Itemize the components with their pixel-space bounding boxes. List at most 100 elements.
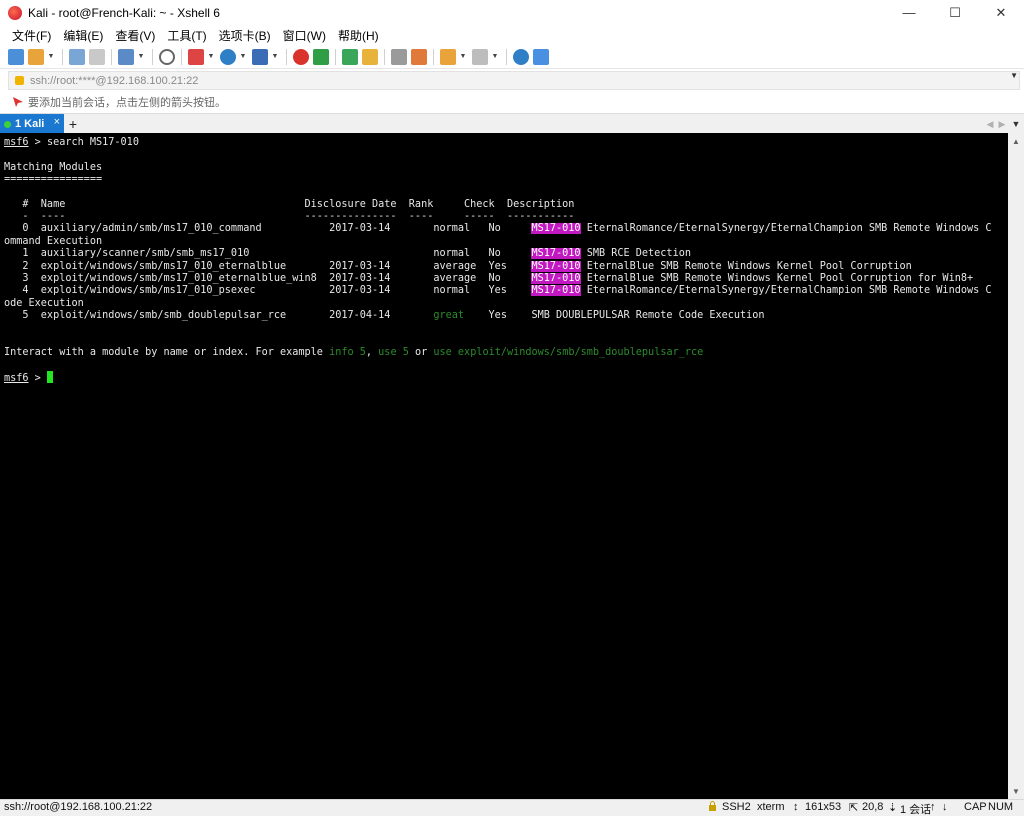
menu-window[interactable]: 窗口(W) [277,27,332,44]
add-tab-button[interactable]: + [66,114,80,134]
table-row: 5 exploit/windows/smb/smb_doublepulsar_r… [4,309,765,322]
layout-icon[interactable] [472,48,488,65]
row-text: 2 exploit/windows/smb/ms17_010_eternalbl… [4,261,532,272]
chevron-down-icon[interactable]: ▼ [208,49,215,65]
hint-text: or [408,347,434,358]
upload-icon: ↑ [930,801,936,813]
tab-prev-icon[interactable]: ◀ [984,119,996,130]
row-text: EternalRomance/EternalSynergy/EternalCha… [580,285,992,296]
fullscreen-icon[interactable] [342,48,358,65]
highlight-match: MS17-010 [531,261,581,272]
connection-status: ssh://root@192.168.100.21:22 [4,801,153,813]
protocol-status: SSH2 [722,801,751,813]
toolbar-separator [506,48,507,65]
prompt-suffix: > [28,373,47,384]
transfer-icon[interactable] [118,48,134,65]
terminal[interactable]: msf6 > search MS17-010 Matching Modules … [0,133,1008,799]
disconnect-icon[interactable] [89,48,105,65]
help-icon[interactable] [513,48,529,65]
session-count-status: 1 会话 [900,804,932,816]
num-lock-status: NUM [988,801,1014,813]
terminal-line: ================ [4,174,103,185]
chevron-down-icon[interactable]: ▼ [240,49,247,65]
keyboard-icon[interactable] [391,48,407,65]
scroll-up-icon[interactable]: ▲ [1008,133,1024,149]
resize-icon: ↕ [793,801,799,813]
row-text: SMB RCE Detection [580,248,691,259]
new-session-icon[interactable] [8,48,24,65]
chevron-down-icon[interactable]: ▼ [1010,71,1018,80]
close-button[interactable]: ✕ [978,0,1024,25]
xmanager-icon[interactable] [313,48,329,65]
minimize-button[interactable]: — [886,0,932,25]
window-title: Kali - root@French-Kali: ~ - Xshell 6 [28,5,220,20]
highlight-match: MS17-010 [531,248,581,259]
menu-view[interactable]: 查看(V) [109,27,161,44]
session-icon: ⇣ [888,802,898,814]
chevron-down-icon[interactable]: ▼ [272,49,279,65]
row-text: 1 auxiliary/scanner/smb/smb_ms17_010 nor… [4,248,532,259]
window-controls: — ☐ ✕ [886,0,1024,25]
address-input[interactable]: ssh://root:****@192.168.100.21:22 [8,71,1020,90]
row-text: 5 exploit/windows/smb/smb_doublepulsar_r… [4,310,434,321]
lock-icon [708,801,717,814]
tab-list-icon[interactable]: ▼ [1008,119,1024,129]
chevron-down-icon[interactable]: ▼ [492,49,499,65]
toolbar-separator [111,48,112,65]
highlight-match: MS17-010 [531,273,581,284]
menu-bar: 文件(F) 编辑(E) 查看(V) 工具(T) 选项卡(B) 窗口(W) 帮助(… [0,25,1024,45]
connect-icon[interactable] [69,48,85,65]
example-use-path: use exploit/windows/smb/smb_doublepulsar… [433,347,704,358]
interact-hint-line: Interact with a module by name or index.… [4,346,703,359]
globe-icon[interactable] [220,48,236,65]
tab-navigation: ◀ ▶ ▼ [984,114,1024,134]
properties-icon[interactable] [188,48,204,65]
tab-kali[interactable]: 1 Kali × [0,114,64,134]
xftp-icon[interactable] [293,48,309,65]
tab-label: 1 Kali [15,118,45,130]
example-use-index: use 5 [378,347,409,358]
command-text: > search MS17-010 [28,137,139,148]
chat-icon[interactable] [533,48,549,65]
menu-tabs[interactable]: 选项卡(B) [213,27,277,44]
table-row: 1 auxiliary/scanner/smb/smb_ms17_010 nor… [4,247,691,260]
highlight-match: MS17-010 [531,223,581,234]
terminal-cursor [46,371,53,383]
row-text: EternalBlue SMB Remote Windows Kernel Po… [580,261,912,272]
table-row: 4 exploit/windows/smb/ms17_010_psexec 20… [4,284,992,297]
toolbar-separator [384,48,385,65]
open-folder-icon[interactable] [28,48,44,65]
menu-help[interactable]: 帮助(H) [332,27,385,44]
terminal-line: msf6 > [4,371,53,384]
lock-icon[interactable] [362,48,378,65]
scroll-down-icon[interactable]: ▼ [1008,783,1024,799]
toolbar-separator [335,48,336,65]
tab-next-icon[interactable]: ▶ [996,119,1008,130]
menu-edit[interactable]: 编辑(E) [57,27,109,44]
toolbar-separator [152,48,153,65]
terminal-line: msf6 > search MS17-010 [4,136,139,149]
vertical-scrollbar[interactable]: ▲ ▼ [1008,133,1024,799]
add-session-arrow-icon[interactable] [12,96,24,108]
toolbar-separator [181,48,182,65]
find-icon[interactable] [159,48,175,65]
tab-close-icon[interactable]: × [54,116,60,128]
chevron-down-icon[interactable]: ▼ [48,49,55,65]
menu-file[interactable]: 文件(F) [6,27,57,44]
cursor-icon: ⇱ [849,802,859,814]
address-bar: ssh://root:****@192.168.100.21:22 ▼ [0,69,1024,91]
toolbar-separator [62,48,63,65]
row-text: Yes SMB DOUBLEPULSAR Remote Code Executi… [464,310,765,321]
chevron-down-icon[interactable]: ▼ [138,49,145,65]
script-icon[interactable] [440,48,456,65]
toolbar: ▼ ▼ ▼ ▼ ▼ ▼ ▼ [0,45,1024,69]
highlight-icon[interactable] [411,48,427,65]
row-text: 3 exploit/windows/smb/ms17_010_eternalbl… [4,273,532,284]
font-icon[interactable] [252,48,268,65]
chevron-down-icon[interactable]: ▼ [460,49,467,65]
menu-tools[interactable]: 工具(T) [161,27,212,44]
lock-icon [15,76,24,85]
maximize-button[interactable]: ☐ [932,0,978,25]
hint-text: , [365,347,379,358]
address-value: ssh://root:****@192.168.100.21:22 [30,74,199,87]
